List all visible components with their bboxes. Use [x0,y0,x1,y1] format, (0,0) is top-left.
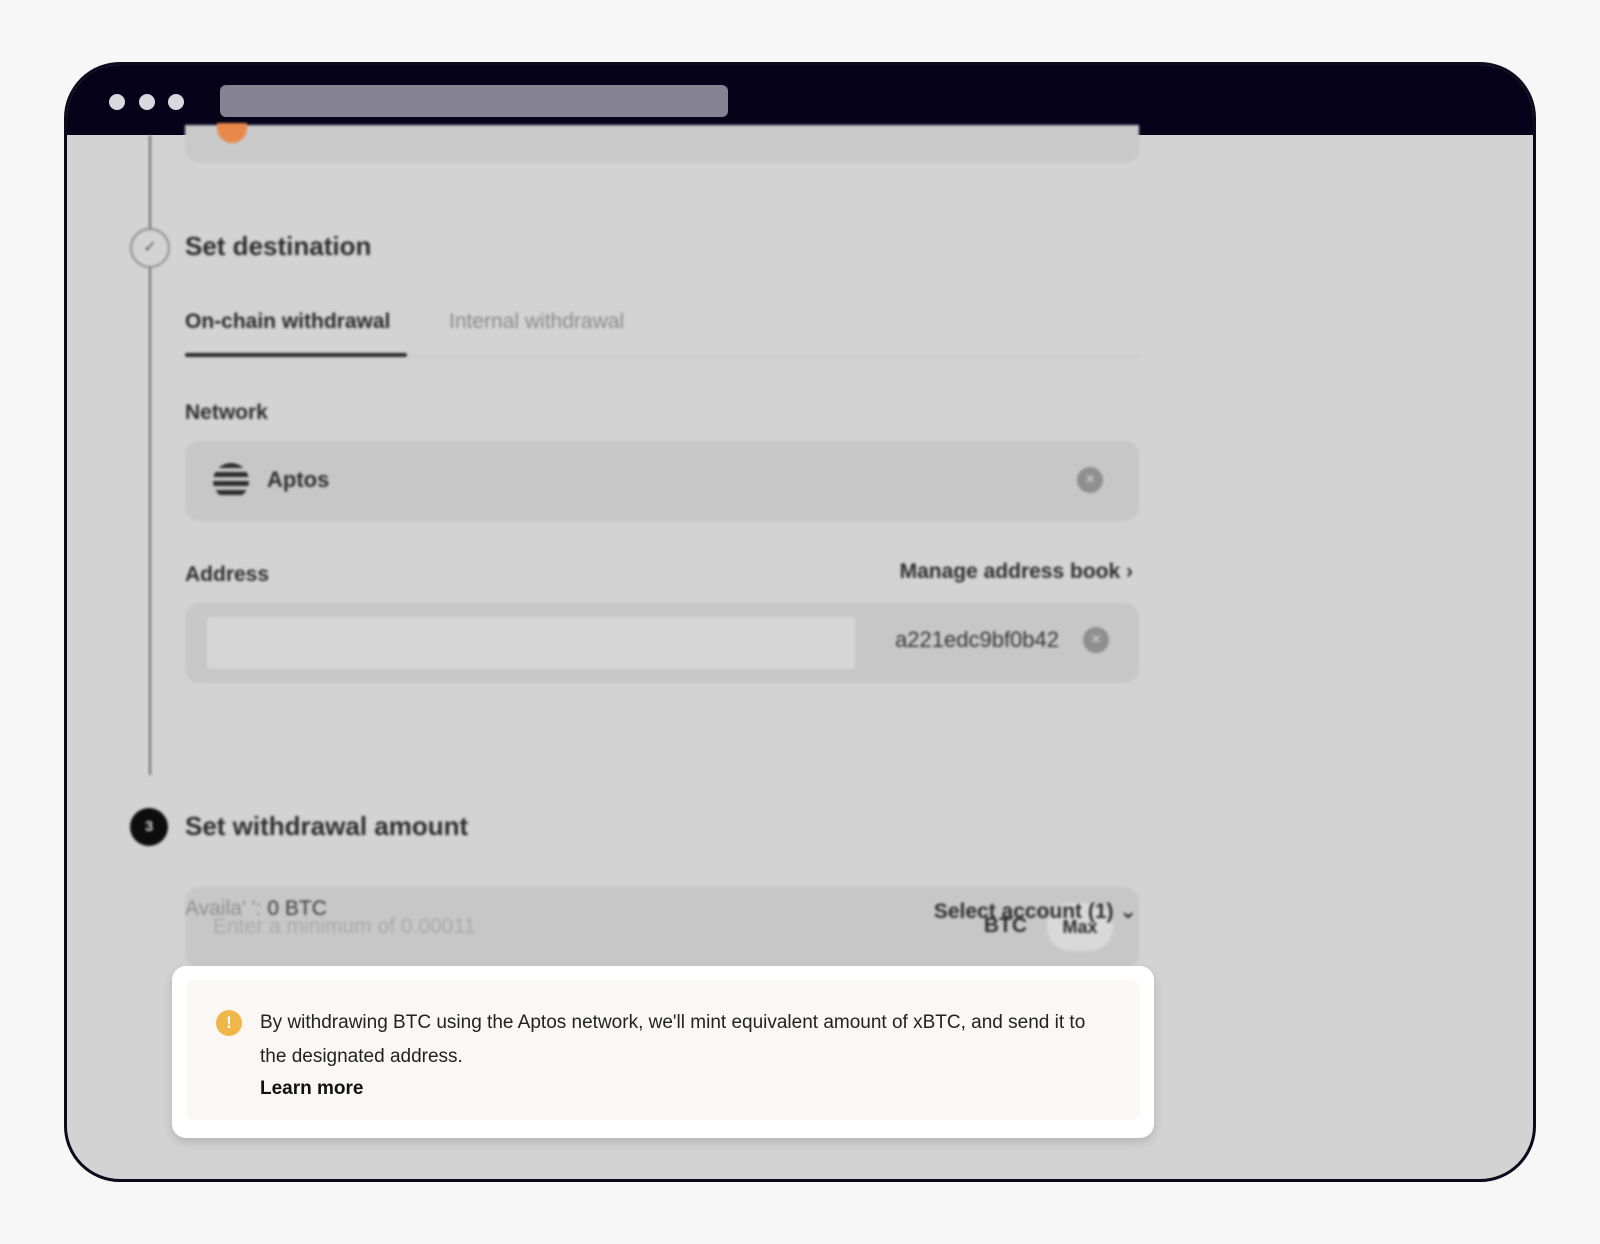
step-number-badge: 3 [130,808,168,846]
address-input[interactable]: a221edc9bf0b42 × [185,603,1139,683]
step-title-amount: Set withdrawal amount [185,811,469,841]
learn-more-link[interactable]: Learn more [260,1078,363,1100]
address-label: Address [185,563,270,586]
warning-icon: ! [216,1010,242,1036]
chevron-right-icon: › [1126,560,1133,583]
clear-icon[interactable]: × [1077,467,1103,493]
available-balance: Availa' ': 0 BTC [185,897,327,921]
address-redaction [207,617,855,669]
manage-address-book-link[interactable]: Manage address book › [900,560,1133,584]
screenshot-frame: ✓ Set destination On-chain withdrawal In… [0,0,1600,1244]
window-control-dot[interactable] [109,94,125,110]
clear-icon[interactable]: × [1083,627,1109,653]
check-icon: ✓ [130,228,170,268]
address-bar[interactable] [220,85,728,117]
notice-text: By withdrawing BTC using the Aptos netwo… [260,1012,1086,1067]
select-account-label: Select account (1) [933,900,1114,923]
notice-body: ! By withdrawing BTC using the Aptos net… [186,980,1140,1120]
available-label: Availa' ': [185,897,262,920]
tab-internal[interactable]: Internal withdrawal [449,310,624,334]
address-value: a221edc9bf0b42 [895,627,1059,652]
network-select[interactable]: Aptos × [185,441,1139,521]
tab-active-indicator [185,353,407,357]
window-control-dot[interactable] [168,94,184,110]
aptos-logo-icon [213,463,249,499]
available-value: 0 BTC [267,897,327,920]
select-account-dropdown[interactable]: Select account (1) ⌄ [934,899,1137,924]
window-control-dot[interactable] [139,94,155,110]
step-title-destination: Set destination [185,231,372,261]
chevron-down-icon: ⌄ [1119,900,1137,923]
notice-card: ! By withdrawing BTC using the Aptos net… [172,966,1154,1138]
previous-step-card [185,125,1139,163]
manage-address-book-label: Manage address book [899,560,1121,583]
tab-on-chain[interactable]: On-chain withdrawal [185,310,390,334]
network-label: Network [185,401,268,424]
network-value: Aptos [267,467,330,492]
